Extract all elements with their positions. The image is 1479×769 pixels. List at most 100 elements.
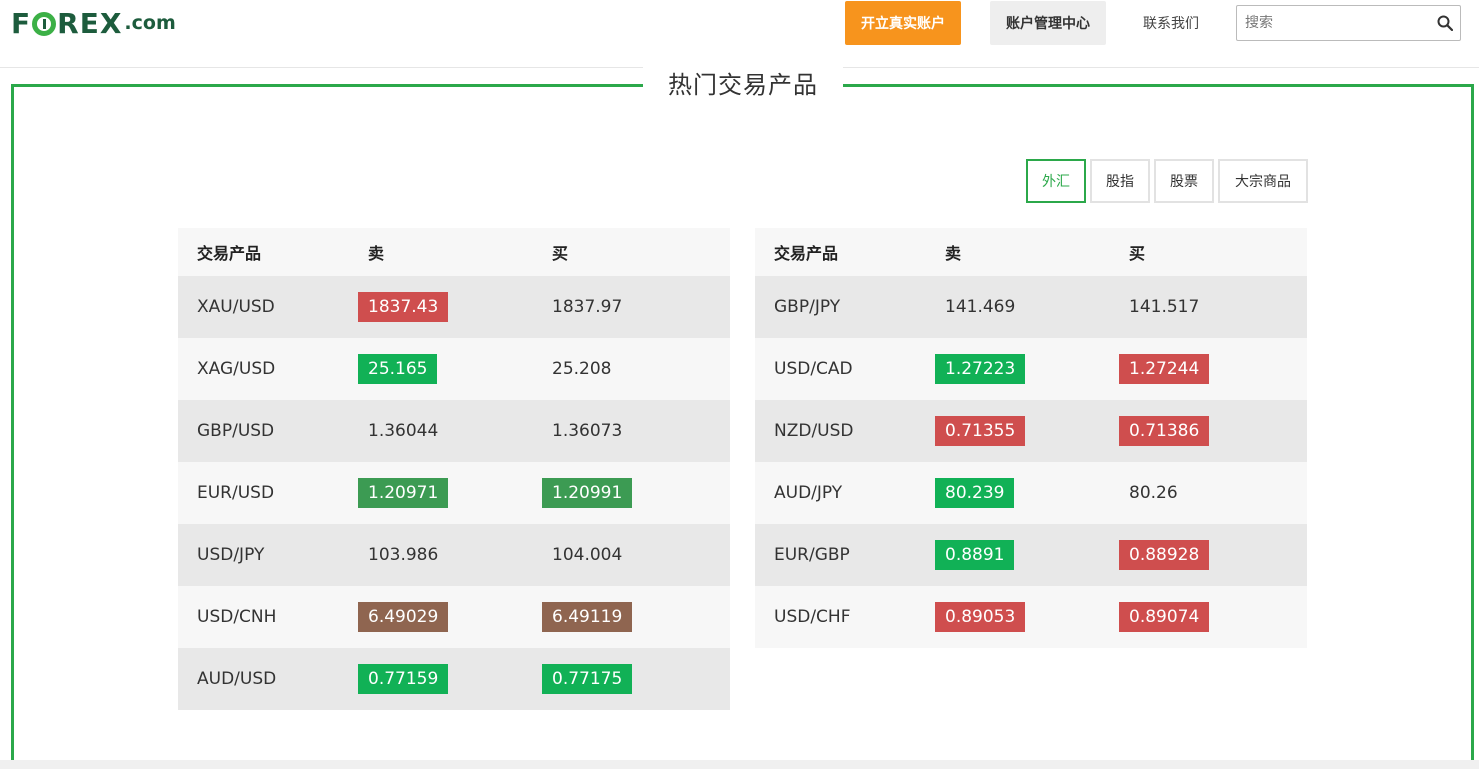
- table-row[interactable]: AUD/JPY 80.239 80.26: [755, 462, 1307, 524]
- product-name: USD/CHF: [774, 607, 851, 627]
- sell-price[interactable]: 6.49029: [358, 602, 449, 632]
- buy-cell: 104.004: [542, 540, 730, 570]
- buy-price[interactable]: 1.27244: [1119, 354, 1210, 384]
- footer-strip: [0, 760, 1479, 769]
- table-row[interactable]: EUR/GBP 0.8891 0.88928: [755, 524, 1307, 586]
- buy-price[interactable]: 1837.97: [542, 292, 632, 322]
- tab-indices[interactable]: 股指: [1090, 159, 1150, 203]
- header-buy: 买: [552, 244, 569, 263]
- buy-price[interactable]: 1.20991: [542, 478, 633, 508]
- buy-price[interactable]: 25.208: [542, 354, 621, 384]
- sell-cell: 141.469: [935, 292, 1119, 322]
- tab-shares[interactable]: 股票: [1154, 159, 1214, 203]
- buy-price[interactable]: 141.517: [1119, 292, 1209, 322]
- table-row[interactable]: XAU/USD 1837.43 1837.97: [178, 276, 730, 338]
- table-row[interactable]: XAG/USD 25.165 25.208: [178, 338, 730, 400]
- product-name: USD/CNH: [197, 607, 277, 627]
- sell-price[interactable]: 1.36044: [358, 416, 448, 446]
- account-center-button[interactable]: 账户管理中心: [990, 1, 1106, 45]
- sell-price[interactable]: 1.27223: [935, 354, 1026, 384]
- section-title: 热门交易产品: [643, 64, 843, 100]
- sell-cell: 1.20971: [358, 478, 542, 508]
- sell-price[interactable]: 1.20971: [358, 478, 449, 508]
- buy-cell: 6.49119: [542, 602, 730, 632]
- sell-price[interactable]: 25.165: [358, 354, 438, 384]
- table-row[interactable]: EUR/USD 1.20971 1.20991: [178, 462, 730, 524]
- buy-cell: 1.36073: [542, 416, 730, 446]
- tab-forex[interactable]: 外汇: [1026, 159, 1086, 203]
- sell-cell: 1837.43: [358, 292, 542, 322]
- product-name: NZD/USD: [774, 421, 854, 441]
- sell-price[interactable]: 80.239: [935, 478, 1015, 508]
- table-row[interactable]: USD/CAD 1.27223 1.27244: [755, 338, 1307, 400]
- buy-cell: 0.71386: [1119, 416, 1307, 446]
- table-row[interactable]: NZD/USD 0.71355 0.71386: [755, 400, 1307, 462]
- buy-cell: 25.208: [542, 354, 730, 384]
- sell-price[interactable]: 0.77159: [358, 664, 449, 694]
- search-input[interactable]: [1237, 6, 1427, 40]
- sell-cell: 0.8891: [935, 540, 1119, 570]
- product-name: XAG/USD: [197, 359, 276, 379]
- logo-text-left: F: [11, 6, 32, 40]
- table-header: 交易产品 卖 买: [178, 228, 730, 276]
- buy-price[interactable]: 80.26: [1119, 478, 1188, 508]
- logo-text-right: REX: [57, 6, 123, 40]
- forex-logo[interactable]: F REX .com: [11, 6, 176, 40]
- buy-price[interactable]: 6.49119: [542, 602, 633, 632]
- table-row[interactable]: USD/JPY 103.986 104.004: [178, 524, 730, 586]
- buy-price[interactable]: 0.71386: [1119, 416, 1210, 446]
- site-header: F REX .com 开立真实账户 账户管理中心 联系我们: [0, 0, 1479, 68]
- header-product: 交易产品: [774, 244, 839, 263]
- table-row[interactable]: AUD/USD 0.77159 0.77175: [178, 648, 730, 710]
- buy-cell: 141.517: [1119, 292, 1307, 322]
- sell-cell: 25.165: [358, 354, 542, 384]
- table-header: 交易产品 卖 买: [755, 228, 1307, 276]
- quotes-table-right: 交易产品 卖 买 GBP/JPY 141.469 141.517 USD/CAD 1.2…: [755, 228, 1307, 648]
- buy-price[interactable]: 104.004: [542, 540, 632, 570]
- header-sell: 卖: [368, 244, 385, 263]
- header-buy: 买: [1129, 244, 1146, 263]
- logo-suffix: .com: [124, 12, 176, 34]
- sell-cell: 0.71355: [935, 416, 1119, 446]
- table-row[interactable]: USD/CHF 0.89053 0.89074: [755, 586, 1307, 648]
- buy-price[interactable]: 1.36073: [542, 416, 632, 446]
- sell-price[interactable]: 0.89053: [935, 602, 1026, 632]
- buy-cell: 80.26: [1119, 478, 1307, 508]
- table-row[interactable]: GBP/USD 1.36044 1.36073: [178, 400, 730, 462]
- buy-cell: 1.27244: [1119, 354, 1307, 384]
- header-product: 交易产品: [197, 244, 262, 263]
- quotes-table-left: 交易产品 卖 买 XAU/USD 1837.43 1837.97 XAG/USD 25.…: [178, 228, 730, 710]
- product-name: EUR/GBP: [774, 545, 850, 565]
- sell-price[interactable]: 0.71355: [935, 416, 1026, 446]
- product-name: GBP/JPY: [774, 297, 841, 317]
- sell-price[interactable]: 141.469: [935, 292, 1025, 322]
- product-name: USD/JPY: [197, 545, 265, 565]
- sell-cell: 80.239: [935, 478, 1119, 508]
- sell-price[interactable]: 103.986: [358, 540, 448, 570]
- table-row[interactable]: USD/CNH 6.49029 6.49119: [178, 586, 730, 648]
- product-name: AUD/JPY: [774, 483, 843, 503]
- buy-price[interactable]: 0.77175: [542, 664, 633, 694]
- product-name: USD/CAD: [774, 359, 853, 379]
- sell-price[interactable]: 0.8891: [935, 540, 1015, 570]
- sell-cell: 103.986: [358, 540, 542, 570]
- open-live-account-button[interactable]: 开立真实账户: [845, 1, 961, 45]
- table-row[interactable]: GBP/JPY 141.469 141.517: [755, 276, 1307, 338]
- buy-cell: 1837.97: [542, 292, 730, 322]
- buy-price[interactable]: 0.88928: [1119, 540, 1210, 570]
- contact-us-link[interactable]: 联系我们: [1128, 1, 1214, 45]
- category-tabs: 外汇 股指 股票 大宗商品: [1026, 159, 1308, 203]
- product-name: GBP/USD: [197, 421, 275, 441]
- sell-cell: 0.89053: [935, 602, 1119, 632]
- sell-cell: 1.36044: [358, 416, 542, 446]
- product-name: EUR/USD: [197, 483, 275, 503]
- sell-cell: 1.27223: [935, 354, 1119, 384]
- search-icon[interactable]: [1437, 15, 1453, 31]
- tab-commodities[interactable]: 大宗商品: [1218, 159, 1308, 203]
- buy-price[interactable]: 0.89074: [1119, 602, 1210, 632]
- buy-cell: 0.77175: [542, 664, 730, 694]
- buy-cell: 0.88928: [1119, 540, 1307, 570]
- search-box: [1236, 5, 1461, 41]
- header-sell: 卖: [945, 244, 962, 263]
- sell-price[interactable]: 1837.43: [358, 292, 449, 322]
